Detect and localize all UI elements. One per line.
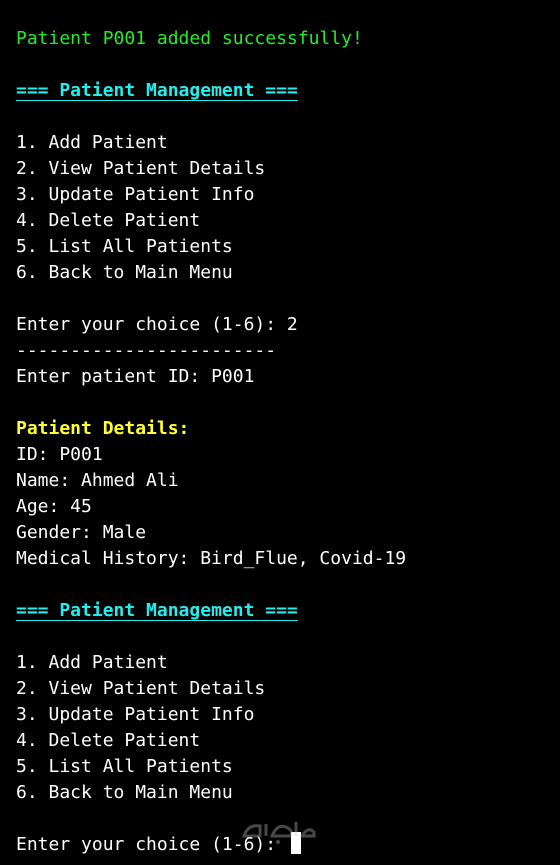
choice-prompt: Enter your choice (1-6): 2 (16, 314, 298, 335)
patient-details-title: Patient Details: (16, 418, 190, 439)
patient-age: Age: 45 (16, 496, 92, 517)
menu-item-view-2: 2. View Patient Details (16, 678, 266, 699)
separator: ------------------------ (16, 340, 277, 361)
menu-item-add-2: 1. Add Patient (16, 652, 168, 673)
patient-gender: Gender: Male (16, 522, 147, 543)
menu-item-delete: 4. Delete Patient (16, 210, 201, 231)
menu-header-2: === Patient Management === (16, 600, 298, 621)
menu-item-list-2: 5. List All Patients (16, 756, 233, 777)
terminal-output: Patient P001 added successfully! === Pat… (16, 26, 556, 858)
menu-item-add: 1. Add Patient (16, 132, 168, 153)
patient-id: ID: P001 (16, 444, 103, 465)
success-message: Patient P001 added successfully! (16, 28, 363, 49)
menu-item-delete-2: 4. Delete Patient (16, 730, 201, 751)
menu-item-list: 5. List All Patients (16, 236, 233, 257)
menu-item-update-2: 3. Update Patient Info (16, 704, 255, 725)
menu-item-view: 2. View Patient Details (16, 158, 266, 179)
patient-name: Name: Ahmed Ali (16, 470, 179, 491)
patient-medical-history: Medical History: Bird_Flue, Covid-19 (16, 548, 407, 569)
menu-header: === Patient Management === (16, 80, 298, 101)
menu-item-back: 6. Back to Main Menu (16, 262, 233, 283)
menu-item-update: 3. Update Patient Info (16, 184, 255, 205)
menu-item-back-2: 6. Back to Main Menu (16, 782, 233, 803)
patient-id-prompt: Enter patient ID: P001 (16, 366, 255, 387)
mostaql-watermark-logo (241, 822, 316, 844)
